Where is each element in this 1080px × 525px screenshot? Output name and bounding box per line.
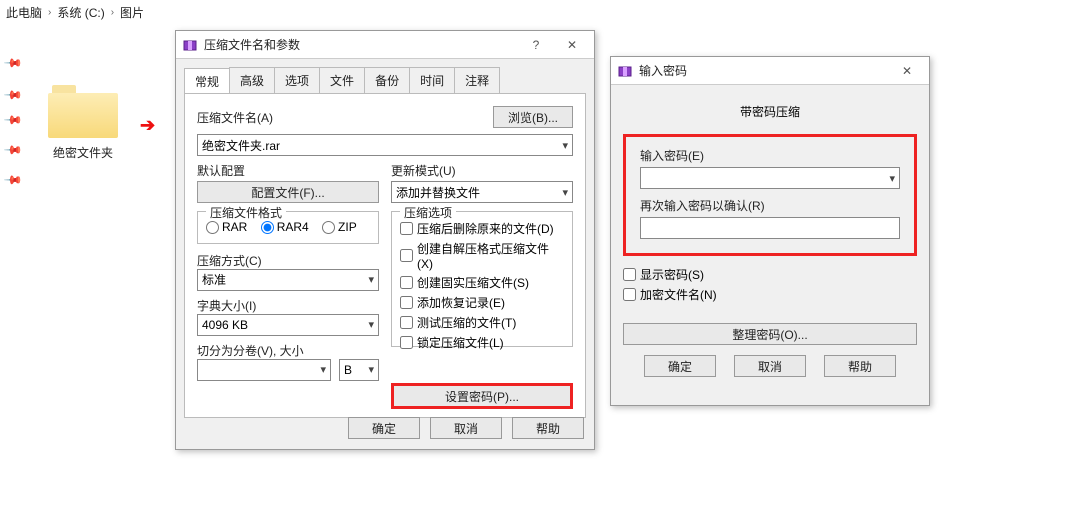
default-profile-label: 默认配置	[197, 162, 379, 179]
archive-name-input[interactable]: 绝密文件夹.rar	[197, 134, 573, 156]
reenter-password-label: 再次输入密码以确认(R)	[640, 197, 900, 214]
arrow-right-icon: ➔	[140, 115, 155, 136]
split-size-input[interactable]	[197, 359, 331, 381]
help-button[interactable]: 帮助	[824, 355, 896, 377]
dialog-buttons: 确定 取消 帮助	[348, 417, 584, 439]
set-password-button[interactable]: 设置密码(P)...	[391, 383, 573, 409]
breadcrumb: 此电脑 › 系统 (C:) › 图片	[0, 0, 1080, 25]
chk-recovery[interactable]: 添加恢复记录(E)	[400, 294, 564, 311]
pin-icon: 📌	[3, 85, 23, 105]
help-button[interactable]: ?	[518, 33, 554, 57]
options-group: 压缩选项 压缩后删除原来的文件(D) 创建自解压格式压缩文件(X) 创建固实压缩…	[391, 211, 573, 347]
chk-show-password[interactable]: 显示密码(S)	[623, 266, 917, 283]
password-body: 带密码压缩 输入密码(E) 再次输入密码以确认(R) 显示密码(S) 加密文件名…	[611, 85, 929, 389]
ok-button[interactable]: 确定	[644, 355, 716, 377]
tab-backup[interactable]: 备份	[364, 67, 410, 93]
pin-icon: 📌	[3, 53, 23, 73]
chevron-right-icon: ›	[48, 7, 51, 18]
tab-strip: 常规 高级 选项 文件 备份 时间 注释	[176, 59, 594, 93]
dialog-buttons: 确定 取消 帮助	[623, 355, 917, 377]
format-rar4[interactable]: RAR4	[261, 220, 309, 234]
chk-sfx[interactable]: 创建自解压格式压缩文件(X)	[400, 240, 564, 271]
update-mode-select[interactable]: 添加并替换文件	[391, 181, 573, 203]
close-button[interactable]: ✕	[554, 33, 590, 57]
folder-label: 绝密文件夹	[38, 144, 128, 161]
cancel-button[interactable]: 取消	[734, 355, 806, 377]
tab-advanced[interactable]: 高级	[229, 67, 275, 93]
split-unit-select[interactable]: B	[339, 359, 379, 381]
chk-solid[interactable]: 创建固实压缩文件(S)	[400, 274, 564, 291]
options-label: 压缩选项	[400, 204, 456, 221]
chk-encrypt-names[interactable]: 加密文件名(N)	[623, 286, 917, 303]
folder-item[interactable]: 绝密文件夹	[38, 83, 128, 161]
cancel-button[interactable]: 取消	[430, 417, 502, 439]
dialog-title: 输入密码	[639, 62, 889, 79]
tab-options[interactable]: 选项	[274, 67, 320, 93]
pin-icon: 📌	[3, 170, 23, 190]
tab-general[interactable]: 常规	[184, 68, 230, 94]
tab-body-general: 压缩文件名(A) 浏览(B)... 绝密文件夹.rar 默认配置 配置文件(F)…	[184, 93, 586, 418]
titlebar[interactable]: 输入密码 ✕	[611, 57, 929, 85]
breadcrumb-thispc[interactable]: 此电脑	[6, 4, 42, 21]
tab-comment[interactable]: 注释	[454, 67, 500, 93]
update-mode-label: 更新模式(U)	[391, 162, 573, 179]
chk-delete-after[interactable]: 压缩后删除原来的文件(D)	[400, 220, 564, 237]
archive-dialog: 压缩文件名和参数 ? ✕ 常规 高级 选项 文件 备份 时间 注释 压缩文件名(…	[175, 30, 595, 450]
password-input[interactable]	[640, 167, 900, 189]
subtitle: 带密码压缩	[623, 103, 917, 120]
breadcrumb-folder[interactable]: 图片	[120, 4, 144, 21]
pin-icon: 📌	[3, 110, 23, 130]
dict-label: 字典大小(I)	[197, 297, 379, 314]
chk-test[interactable]: 测试压缩的文件(T)	[400, 314, 564, 331]
help-button[interactable]: 帮助	[512, 417, 584, 439]
tab-time[interactable]: 时间	[409, 67, 455, 93]
ok-button[interactable]: 确定	[348, 417, 420, 439]
dialog-title: 压缩文件名和参数	[204, 36, 518, 53]
method-label: 压缩方式(C)	[197, 252, 379, 269]
format-rar[interactable]: RAR	[206, 220, 247, 234]
browse-button[interactable]: 浏览(B)...	[493, 106, 573, 128]
close-button[interactable]: ✕	[889, 59, 925, 83]
chevron-right-icon: ›	[111, 7, 114, 18]
archive-name-label: 压缩文件名(A)	[197, 109, 485, 126]
reenter-password-input[interactable]	[640, 217, 900, 239]
organize-passwords-button[interactable]: 整理密码(O)...	[623, 323, 917, 345]
split-label: 切分为分卷(V), 大小	[197, 342, 379, 359]
pin-icon: 📌	[3, 140, 23, 160]
password-highlight: 输入密码(E) 再次输入密码以确认(R)	[623, 134, 917, 256]
enter-password-label: 输入密码(E)	[640, 147, 900, 164]
method-select[interactable]: 标准	[197, 269, 379, 291]
profile-button[interactable]: 配置文件(F)...	[197, 181, 379, 203]
tab-files[interactable]: 文件	[319, 67, 365, 93]
format-zip[interactable]: ZIP	[322, 220, 357, 234]
format-label: 压缩文件格式	[206, 204, 286, 221]
chk-lock[interactable]: 锁定压缩文件(L)	[400, 334, 564, 351]
password-dialog: 输入密码 ✕ 带密码压缩 输入密码(E) 再次输入密码以确认(R) 显示密码(S…	[610, 56, 930, 406]
folder-icon	[48, 83, 118, 138]
winrar-icon	[617, 63, 633, 79]
dict-select[interactable]: 4096 KB	[197, 314, 379, 336]
winrar-icon	[182, 37, 198, 53]
breadcrumb-drive[interactable]: 系统 (C:)	[57, 4, 104, 21]
format-group: 压缩文件格式 RAR RAR4 ZIP	[197, 211, 379, 244]
titlebar[interactable]: 压缩文件名和参数 ? ✕	[176, 31, 594, 59]
